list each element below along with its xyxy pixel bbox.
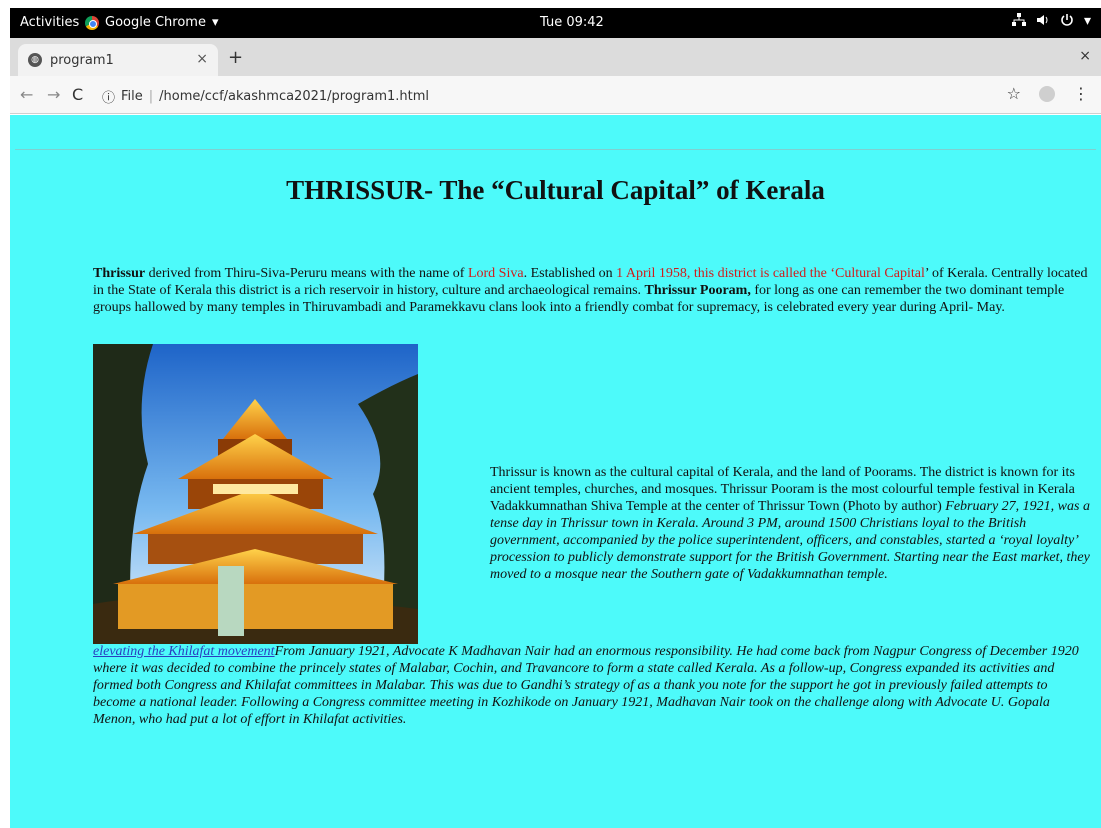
bookmark-star-icon[interactable]: ☆: [1007, 84, 1021, 103]
temple-illustration: [93, 344, 418, 644]
back-button[interactable]: ←: [20, 85, 33, 104]
clock[interactable]: Tue 09:42: [540, 15, 604, 30]
url-path: /home/ccf/akashmca2021/program1.html: [159, 89, 430, 104]
caret-down-icon: ▾: [1083, 13, 1091, 29]
reload-button[interactable]: C: [72, 85, 83, 104]
khilafat-link[interactable]: elevating the Khilafat movement: [93, 644, 275, 659]
url-separator: |: [148, 89, 154, 104]
volume-icon: [1036, 15, 1048, 25]
app-name: Google Chrome: [105, 15, 206, 30]
forward-button[interactable]: →: [47, 85, 60, 104]
red-lord-siva: Lord Siva: [467, 266, 524, 281]
app-menu[interactable]: Google Chrome ▾: [85, 15, 219, 30]
menu-icon[interactable]: ⋮: [1073, 84, 1089, 103]
activities-button[interactable]: Activities: [20, 15, 79, 30]
web-page: THRISSUR- The “Cultural Capital” of Kera…: [10, 115, 1101, 828]
tab-program1[interactable]: ◍ program1 ×: [18, 44, 218, 76]
tab-strip: ◍ program1 × + ×: [10, 38, 1101, 76]
new-tab-button[interactable]: +: [228, 47, 243, 68]
bold-thrissur-pooram: Thrissur Pooram,: [644, 283, 751, 298]
bold-thrissur: Thrissur: [93, 266, 146, 281]
profile-avatar-icon[interactable]: [1039, 85, 1055, 102]
globe-icon: ◍: [28, 53, 42, 67]
system-top-bar: Activities Google Chrome ▾ Tue 09:42 ▾: [10, 8, 1101, 38]
tab-close-button[interactable]: ×: [196, 51, 208, 67]
address-bar[interactable]: ⓘ File | /home/ccf/akashmca2021/program1…: [102, 87, 429, 106]
network-icon: [1011, 13, 1026, 26]
text-span: . Established on: [523, 266, 617, 281]
status-area[interactable]: ▾: [1011, 13, 1091, 29]
window-close-button[interactable]: ×: [1079, 48, 1091, 64]
description-paragraph: Thrissur is known as the cultural capita…: [490, 464, 1090, 583]
horizontal-rule: [15, 149, 1096, 150]
intro-paragraph: Thrissur derived from Thiru-Siva-Peruru …: [93, 265, 1093, 316]
caret-down-icon: ▾: [211, 15, 219, 30]
khilafat-paragraph: elevating the Khilafat movementFrom Janu…: [93, 643, 1093, 728]
red-established: 1 April 1958, this district is called th…: [616, 266, 925, 281]
navigation-bar: ← → C ⓘ File | /home/ccf/akashmca2021/pr…: [10, 76, 1101, 114]
chrome-icon: [85, 15, 99, 30]
temple-image: [93, 344, 418, 644]
page-title: THRISSUR- The “Cultural Capital” of Kera…: [286, 175, 825, 205]
toolbar-right: ☆ ⋮: [1007, 84, 1089, 103]
tab-title: program1: [50, 52, 114, 68]
info-icon[interactable]: ⓘ: [102, 87, 115, 106]
url-scheme: File: [121, 89, 143, 104]
power-icon: [1061, 14, 1073, 26]
text-span: derived from Thiru-Siva-Peruru means wit…: [145, 266, 468, 281]
